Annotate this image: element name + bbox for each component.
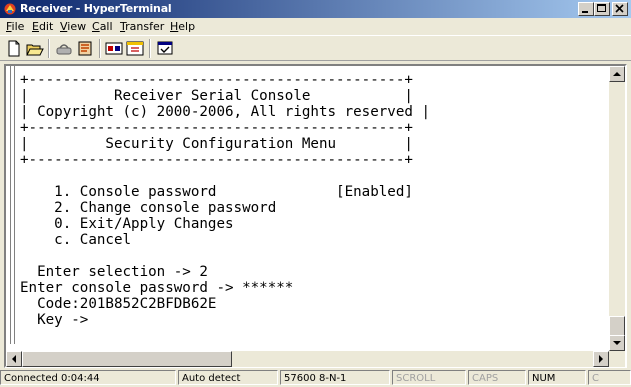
terminal-line: | Security Configuration Menu |	[20, 136, 413, 152]
status-num: NUM	[528, 370, 586, 385]
properties-icon	[157, 41, 173, 55]
terminal-line: 2. Change console password	[20, 200, 277, 216]
disconnect-icon	[78, 41, 92, 56]
menu-help[interactable]: Help	[170, 20, 195, 33]
hyperterminal-icon	[4, 3, 16, 15]
arrow-right-icon	[599, 355, 603, 363]
toolbar-separator	[149, 39, 151, 58]
menu-edit[interactable]: Edit	[32, 20, 53, 33]
terminal-line: Code:201B852C2BFDB62E	[20, 296, 217, 312]
close-button[interactable]	[612, 2, 628, 16]
new-connection-button[interactable]	[4, 39, 24, 58]
status-caps: CAPS	[468, 370, 526, 385]
terminal-line: 0. Exit/Apply Changes	[20, 216, 234, 232]
status-capture: C	[588, 370, 631, 385]
horizontal-scrollbar[interactable]	[6, 351, 609, 367]
disconnect-button[interactable]	[75, 39, 95, 58]
title-bar[interactable]: Receiver - HyperTerminal	[0, 0, 631, 18]
terminal-line: Key ->	[20, 312, 89, 328]
toolbar-separator	[99, 39, 101, 58]
status-detect: Auto detect	[178, 370, 278, 385]
open-button[interactable]	[25, 39, 45, 58]
minimize-button[interactable]	[578, 2, 594, 16]
toolbar-separator	[48, 39, 50, 58]
send-button[interactable]	[104, 39, 124, 58]
arrow-left-icon	[12, 355, 16, 363]
maximize-icon	[597, 4, 606, 12]
terminal-frame: +---------------------------------------…	[4, 64, 627, 368]
receive-icon	[126, 41, 144, 56]
terminal-line: +---------------------------------------…	[20, 120, 413, 136]
menu-transfer[interactable]: Transfer	[120, 20, 164, 33]
close-icon	[615, 4, 624, 13]
open-icon	[26, 44, 44, 56]
menu-file[interactable]: File	[6, 20, 24, 33]
horizontal-scroll-thumb[interactable]	[22, 351, 232, 367]
send-icon	[105, 42, 123, 55]
minimize-icon	[582, 11, 588, 13]
terminal-line: +---------------------------------------…	[20, 152, 413, 168]
scroll-up-button[interactable]	[609, 66, 625, 82]
status-scroll: SCROLL	[392, 370, 466, 385]
connect-button[interactable]	[54, 39, 74, 58]
new-connection-icon	[8, 40, 20, 57]
terminal-line: 1. Console password [Enabled]	[20, 184, 413, 200]
toolbar	[0, 35, 631, 61]
vertical-scrollbar[interactable]	[609, 66, 625, 351]
vertical-scroll-thumb[interactable]	[609, 316, 625, 336]
terminal-line: Enter selection -> 2	[20, 264, 208, 280]
scroll-down-button[interactable]	[609, 335, 625, 351]
terminal-line: +---------------------------------------…	[20, 72, 413, 88]
terminal-screen[interactable]: +---------------------------------------…	[6, 66, 609, 351]
arrow-up-icon	[613, 72, 621, 76]
terminal-line: | Copyright (c) 2000-2006, All rights re…	[20, 104, 430, 120]
status-settings: 57600 8-N-1	[280, 370, 390, 385]
status-connected: Connected 0:04:44	[0, 370, 176, 385]
receive-button[interactable]	[125, 39, 145, 58]
terminal-line: | Receiver Serial Console |	[20, 88, 413, 104]
scroll-left-button[interactable]	[6, 351, 22, 367]
properties-button[interactable]	[155, 39, 175, 58]
terminal-margin	[10, 66, 15, 344]
menu-call[interactable]: Call	[92, 20, 113, 33]
connect-icon	[56, 44, 72, 55]
menu-bar: File Edit View Call Transfer Help	[0, 18, 631, 35]
terminal-line: Enter console password -> ******	[20, 280, 294, 296]
terminal-line: c. Cancel	[20, 232, 132, 248]
arrow-down-icon	[613, 341, 621, 345]
window-title: Receiver - HyperTerminal	[20, 2, 172, 15]
scroll-right-button[interactable]	[593, 351, 609, 367]
maximize-button[interactable]	[594, 2, 610, 16]
scrollbar-corner	[609, 351, 625, 367]
status-bar: Connected 0:04:44 Auto detect 57600 8-N-…	[0, 369, 631, 387]
menu-view[interactable]: View	[60, 20, 86, 33]
